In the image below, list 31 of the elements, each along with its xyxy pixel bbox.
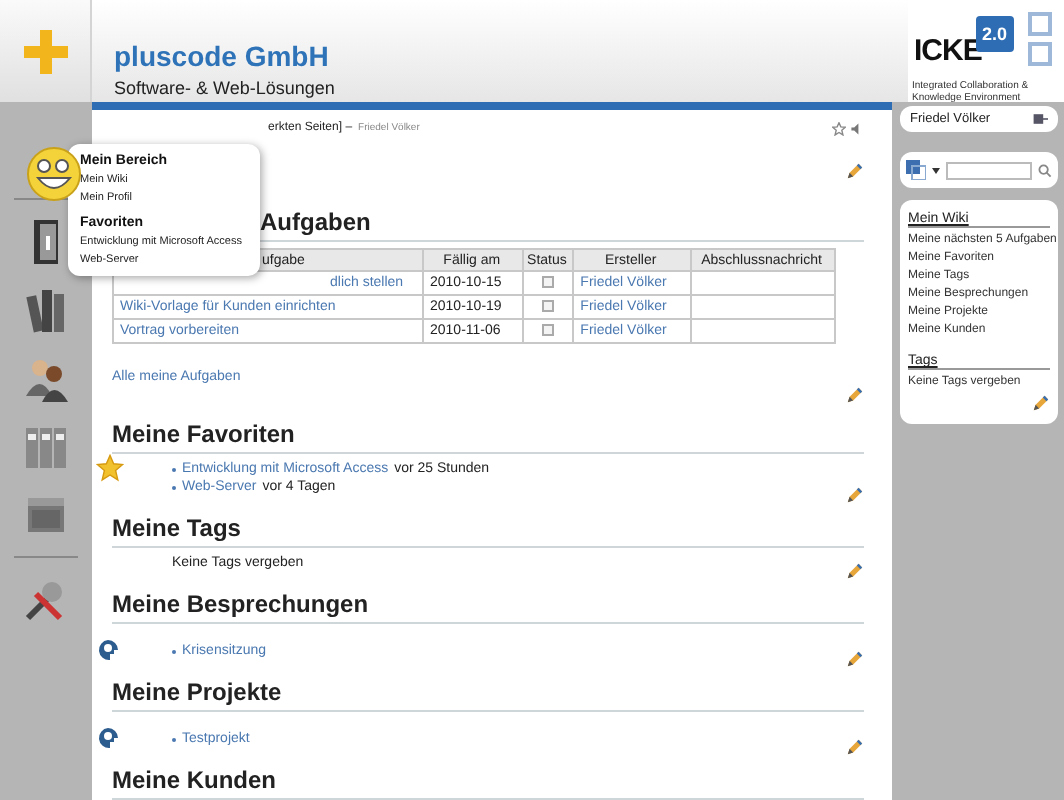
pencil-icon[interactable]: [1032, 394, 1050, 412]
status-checkbox[interactable]: [541, 300, 554, 313]
section-heading: Meine Kunden: [112, 766, 864, 800]
plus-icon: [19, 25, 71, 77]
star-icon: [96, 454, 124, 482]
logo-square: [1028, 42, 1052, 66]
company-name: pluscode GmbH: [114, 40, 331, 72]
status-checkbox[interactable]: [541, 276, 554, 289]
pencil-icon[interactable]: [846, 162, 864, 180]
section-heading: Meine Besprechungen: [112, 590, 864, 624]
speaker-icon[interactable]: [850, 121, 864, 135]
pencil-icon[interactable]: [846, 650, 864, 668]
company-tagline: Software- & Web-Lösungen: [114, 78, 337, 98]
section-heading: Meine Tags: [112, 514, 864, 548]
smiley-icon[interactable]: [24, 144, 84, 204]
section-heading: Meine Favoriten: [112, 420, 864, 454]
search-icon[interactable]: [1038, 163, 1052, 177]
pencil-icon[interactable]: [846, 738, 864, 756]
document-icon[interactable]: [906, 160, 926, 180]
pencil-icon[interactable]: [846, 486, 864, 504]
pencil-icon[interactable]: [846, 386, 864, 404]
star-icon[interactable]: [832, 121, 846, 135]
logo-version: 2.0: [976, 16, 1014, 52]
search-field[interactable]: [946, 161, 1032, 179]
logout-icon[interactable]: [1032, 112, 1048, 126]
logo-name: ICKE: [914, 34, 982, 68]
status-checkbox[interactable]: [541, 324, 554, 337]
logo-square: [1028, 12, 1052, 36]
section-heading: Meine Projekte: [112, 678, 864, 712]
caret-icon[interactable]: [932, 167, 940, 173]
pencil-icon[interactable]: [846, 562, 864, 580]
